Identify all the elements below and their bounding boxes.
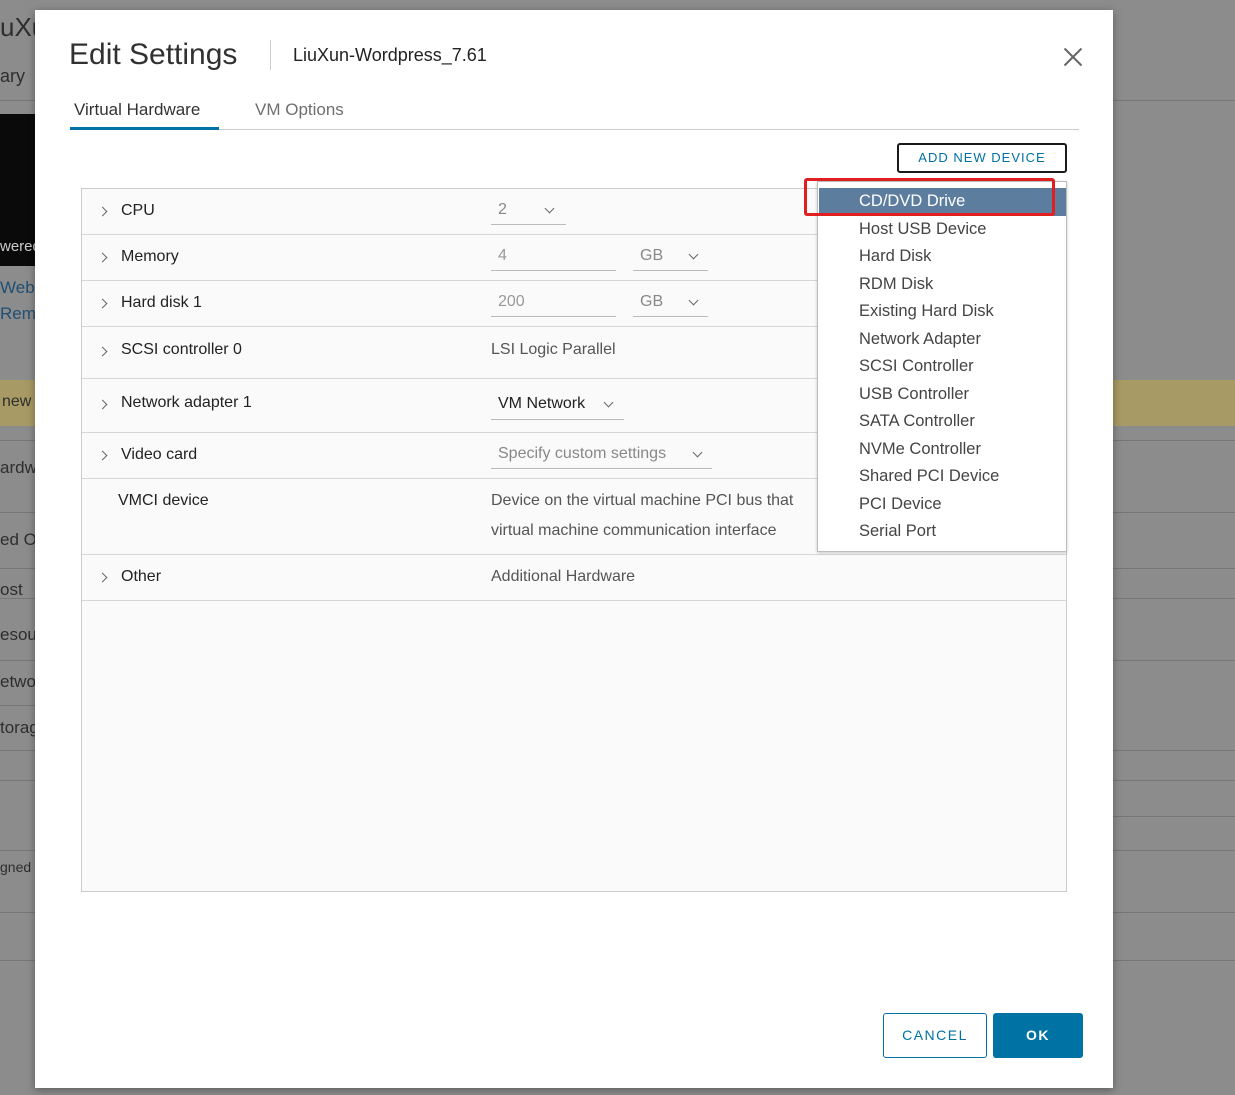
bg-divider [1112,816,1235,817]
expand-chevron-icon[interactable] [99,348,109,358]
menu-item-cd-dvd-drive[interactable]: CD/DVD Drive [819,188,1066,216]
chevron-down-icon [603,397,614,408]
title-separator [270,40,271,70]
bg-section-host: ost [0,580,23,599]
other-label: Other [121,568,162,585]
bg-divider [1112,568,1235,569]
bg-divider [0,660,40,661]
cpu-select[interactable]: 2 [491,201,566,225]
chevron-down-icon [692,447,703,458]
bg-divider [1112,960,1235,961]
bg-divider [0,750,40,751]
bg-section-storage: torag [0,718,39,737]
bg-divider [1112,850,1235,851]
bg-divider [1112,660,1235,661]
hard-disk-unit-select[interactable]: GB [633,293,708,317]
bg-divider [0,780,40,781]
tab-vm-options[interactable]: VM Options [255,98,344,130]
vm-name: LiuXun-Wordpress_7.61 [293,45,487,65]
bg-divider [0,598,40,599]
vmci-label: VMCI device [118,492,209,509]
bg-section-hardware: ardw [0,458,37,477]
menu-item-usb-controller[interactable]: USB Controller [819,381,1066,409]
menu-item-host-usb-device[interactable]: Host USB Device [819,216,1066,244]
network-value: VM Network [498,395,586,412]
network-select[interactable]: VM Network [491,395,624,420]
hard-disk-unit: GB [640,293,664,310]
menu-item-pci-device[interactable]: PCI Device [819,491,1066,519]
bg-section-resource: esou [0,625,37,644]
expand-chevron-icon[interactable] [99,300,109,310]
menu-item-network-adapter[interactable]: Network Adapter [819,326,1066,354]
dialog-title: Edit Settings [69,38,238,71]
video-card-label: Video card [121,446,198,463]
chevron-down-icon [688,295,699,306]
memory-unit: GB [640,247,664,264]
expand-chevron-icon[interactable] [99,452,109,462]
hardware-row-other: Other Additional Hardware [82,555,1066,601]
menu-item-scsi-controller[interactable]: SCSI Controller [819,353,1066,381]
bg-divider [0,440,40,441]
hard-disk-size-input[interactable]: 200 [491,293,616,317]
ok-button[interactable]: OK [993,1013,1083,1058]
bg-section-network: etwo [0,672,36,691]
bg-divider [1112,912,1235,913]
network-label: Network adapter 1 [121,394,252,411]
add-new-device-button[interactable]: ADD NEW DEVICE [897,143,1067,173]
add-device-menu: CD/DVD Drive Host USB Device Hard Disk R… [817,181,1067,552]
menu-item-sata-controller[interactable]: SATA Controller [819,408,1066,436]
menu-item-rdm-disk[interactable]: RDM Disk [819,271,1066,299]
cpu-value: 2 [498,201,507,218]
memory-input[interactable]: 4 [491,247,616,271]
bg-divider [1112,512,1235,513]
menu-item-nvme-controller[interactable]: NVMe Controller [819,436,1066,464]
edit-settings-dialog: Edit Settings LiuXun-Wordpress_7.61 Virt… [35,10,1113,1088]
bg-divider [0,960,40,961]
bg-link-web: Web [0,278,35,297]
chevron-down-icon [544,203,555,214]
bg-divider [0,850,40,851]
bg-section-os: ed O [0,530,37,549]
bg-banner-text: new [2,393,32,410]
vmci-description-line2: virtual machine communication interface [491,522,777,539]
bg-link-remote: Rem [0,304,36,323]
vmci-description-line1: Device on the virtual machine PCI bus th… [491,492,794,509]
video-card-select[interactable]: Specify custom settings [491,445,712,469]
bg-divider [1112,750,1235,751]
bg-divider [1112,100,1235,101]
bg-divider [0,568,40,569]
menu-item-existing-hard-disk[interactable]: Existing Hard Disk [819,298,1066,326]
chevron-down-icon [688,249,699,260]
tab-virtual-hardware[interactable]: Virtual Hardware [70,98,219,130]
menu-item-hard-disk[interactable]: Hard Disk [819,243,1066,271]
menu-item-shared-pci-device[interactable]: Shared PCI Device [819,463,1066,491]
bg-divider [0,705,40,706]
bg-divider [0,100,40,101]
cancel-button[interactable]: CANCEL [883,1013,987,1058]
video-card-value: Specify custom settings [498,445,667,462]
expand-chevron-icon[interactable] [99,401,109,411]
scsi-label: SCSI controller 0 [121,341,242,358]
expand-chevron-icon[interactable] [99,574,109,584]
bg-divider [0,912,40,913]
expand-chevron-icon[interactable] [99,254,109,264]
cpu-label: CPU [121,202,155,219]
scsi-value: LSI Logic Parallel [491,341,616,358]
bg-tab-fragment: ary [0,66,26,86]
memory-unit-select[interactable]: GB [633,247,708,271]
settings-tabs: Virtual Hardware VM Options [70,98,1079,130]
bg-banner-right [1112,380,1235,426]
close-icon[interactable] [1060,44,1086,70]
memory-label: Memory [121,248,179,265]
hard-disk-label: Hard disk 1 [121,294,202,311]
bg-section-assigned: gned [0,859,32,875]
other-value: Additional Hardware [491,568,636,585]
bg-divider [1112,440,1235,441]
bg-divider [0,512,40,513]
menu-item-serial-port[interactable]: Serial Port [819,518,1066,546]
bg-divider [1112,598,1235,599]
expand-chevron-icon[interactable] [99,208,109,218]
bg-divider [1112,780,1235,781]
